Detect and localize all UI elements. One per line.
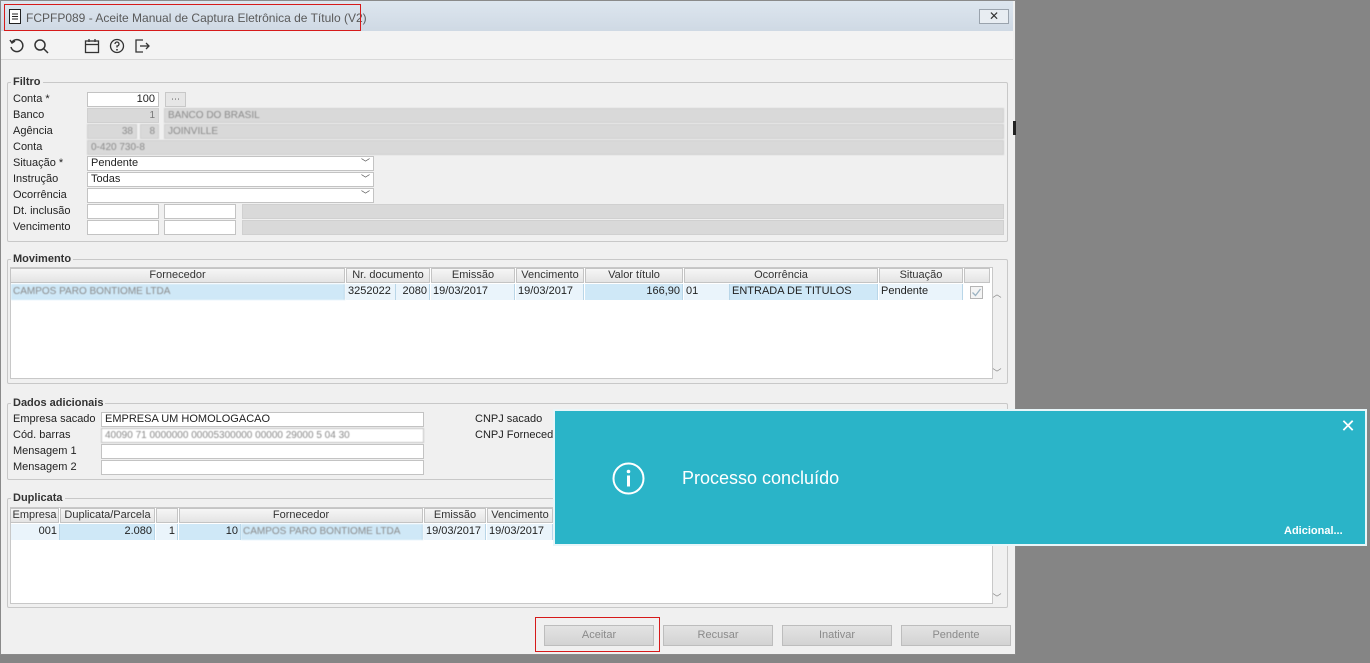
instrucao-value: Todas (91, 173, 121, 185)
title-highlight (4, 4, 361, 31)
mensagem1-value[interactable] (101, 444, 424, 459)
vencimento-spacer (242, 220, 1004, 235)
dados-legend: Dados adicionais (11, 397, 106, 409)
row-checkbox[interactable] (970, 286, 983, 299)
col-header[interactable]: Nr. documento (346, 268, 430, 283)
table-cell-empresa[interactable]: 001 (11, 524, 60, 540)
scroll-down-icon[interactable]: ﹀ (990, 591, 1004, 604)
table-cell-vencimento[interactable]: 19/03/2017 (516, 284, 584, 300)
window-close-button[interactable]: ✕ (979, 9, 1009, 24)
inativar-button[interactable]: Inativar (782, 625, 892, 646)
chevron-down-icon: ﹀ (360, 190, 370, 200)
vencimento-to-input[interactable] (164, 220, 236, 235)
col-header[interactable]: Duplicata/Parcela (60, 508, 155, 523)
table-cell-ocorrencia-code[interactable]: 01 (684, 284, 730, 300)
table-cell-ocorrencia[interactable]: ENTRADA DE TITULOS (730, 284, 878, 300)
table-cell-parcela[interactable]: 2080 (396, 284, 430, 300)
agencia-code: 38 (87, 124, 137, 139)
situacao-select[interactable]: Pendente ﹀ (87, 156, 374, 171)
check-icon (972, 288, 982, 297)
table-cell-fornecedor-code[interactable]: 10 (179, 524, 241, 540)
dt-inclusao-label: Dt. inclusão (13, 205, 71, 217)
table-cell-parcela[interactable]: 1 (156, 524, 178, 540)
vencimento-label: Vencimento (13, 221, 71, 233)
instrucao-select[interactable]: Todas ﹀ (87, 172, 374, 187)
close-icon[interactable]: ✕ (1339, 417, 1357, 435)
table-cell-vencimento[interactable]: 19/03/2017 (487, 524, 553, 540)
col-header[interactable]: Fornecedor (179, 508, 423, 523)
recusar-button[interactable]: Recusar (663, 625, 773, 646)
dt-inclusao-from-input[interactable] (87, 204, 159, 219)
info-icon (612, 462, 645, 495)
table-cell-duplicata[interactable]: 2.080 (60, 524, 155, 540)
vencimento-from-input[interactable] (87, 220, 159, 235)
table-cell-situacao[interactable]: Pendente (879, 284, 963, 300)
col-header[interactable]: Valor título (585, 268, 683, 283)
col-header[interactable]: Vencimento (487, 508, 553, 523)
help-icon[interactable] (109, 38, 125, 54)
mensagem2-label: Mensagem 2 (13, 461, 77, 473)
table-cell-fornecedor[interactable]: CAMPOS PARO BONTIOME LTDA (241, 524, 423, 540)
empresa-sacado-label: Empresa sacado (13, 413, 96, 425)
conta2-label: Conta (13, 141, 43, 153)
empresa-sacado-value[interactable]: EMPRESA UM HOMOLOGACAO (101, 412, 424, 427)
situacao-value: Pendente (91, 157, 139, 169)
scroll-down-icon[interactable]: ﹀ (990, 366, 1004, 379)
banco-label: Banco (13, 109, 45, 121)
col-header[interactable]: Emissão (431, 268, 515, 283)
col-header[interactable]: Situação (879, 268, 963, 283)
search-icon[interactable] (33, 38, 49, 54)
col-header[interactable]: Ocorrência (684, 268, 878, 283)
dt-inclusao-to-input[interactable] (164, 204, 236, 219)
notification-message: Processo concluído (682, 468, 840, 488)
col-header[interactable]: Empresa (10, 508, 59, 523)
col-header[interactable]: Fornecedor (10, 268, 345, 283)
conta2-value: 0-420 730-8 (87, 140, 1004, 155)
table-cell-valor[interactable]: 166,90 (585, 284, 683, 300)
movimento-legend: Movimento (11, 253, 74, 265)
banco-code: 1 (87, 108, 159, 123)
scroll-up-icon[interactable]: ︿ (990, 287, 1004, 300)
table-cell-emissao[interactable]: 19/03/2017 (424, 524, 486, 540)
instrucao-label: Instrução (13, 173, 59, 185)
chevron-down-icon: ﹀ (360, 158, 370, 168)
agencia-label: Agência (13, 125, 53, 137)
cod-barras-value[interactable]: 40090 71 0000000 00005300000 00000 29000… (101, 428, 424, 443)
conta-label: Conta * (13, 93, 50, 105)
agencia-digit: 8 (140, 124, 159, 139)
calendar-icon[interactable] (84, 38, 100, 54)
mensagem1-label: Mensagem 1 (13, 445, 77, 457)
table-cell-fornecedor[interactable]: CAMPOS PARO BONTIOME LTDA (11, 284, 345, 300)
col-header[interactable] (156, 508, 178, 523)
filtro-legend: Filtro (11, 76, 43, 88)
cnpj-sacado-label: CNPJ sacado (475, 413, 543, 425)
col-header[interactable]: Vencimento (516, 268, 584, 283)
cnpj-fornecedor-label: CNPJ Fornecedo (475, 429, 560, 441)
notification-toast (553, 409, 1367, 546)
adicional-link[interactable]: Adicional... (1284, 525, 1343, 537)
banco-name: BANCO DO BRASIL (164, 108, 1004, 123)
toolbar (1, 31, 1013, 60)
table-cell-emissao[interactable]: 19/03/2017 (431, 284, 515, 300)
duplicata-legend: Duplicata (11, 492, 65, 504)
ocorrencia-label: Ocorrência (13, 189, 67, 201)
mensagem2-value[interactable] (101, 460, 424, 475)
conta-input[interactable]: 100 (87, 92, 159, 107)
lookup-icon[interactable]: ⋯ (165, 92, 186, 107)
ocorrencia-select[interactable]: ﹀ (87, 188, 374, 203)
cod-barras-label: Cód. barras (13, 429, 71, 441)
splitter-marker (1013, 121, 1016, 135)
table-cell-documento[interactable]: 3252022 (346, 284, 396, 300)
exit-icon[interactable] (134, 38, 150, 54)
dt-inclusao-spacer (242, 204, 1004, 219)
chevron-down-icon: ﹀ (360, 174, 370, 184)
col-header-check (964, 268, 990, 283)
pendente-button[interactable]: Pendente (901, 625, 1011, 646)
situacao-label: Situação * (13, 157, 64, 169)
refresh-icon[interactable] (8, 38, 24, 54)
col-header[interactable]: Emissão (424, 508, 486, 523)
agencia-city: JOINVILLE (164, 124, 1004, 139)
aceitar-highlight (535, 617, 660, 652)
